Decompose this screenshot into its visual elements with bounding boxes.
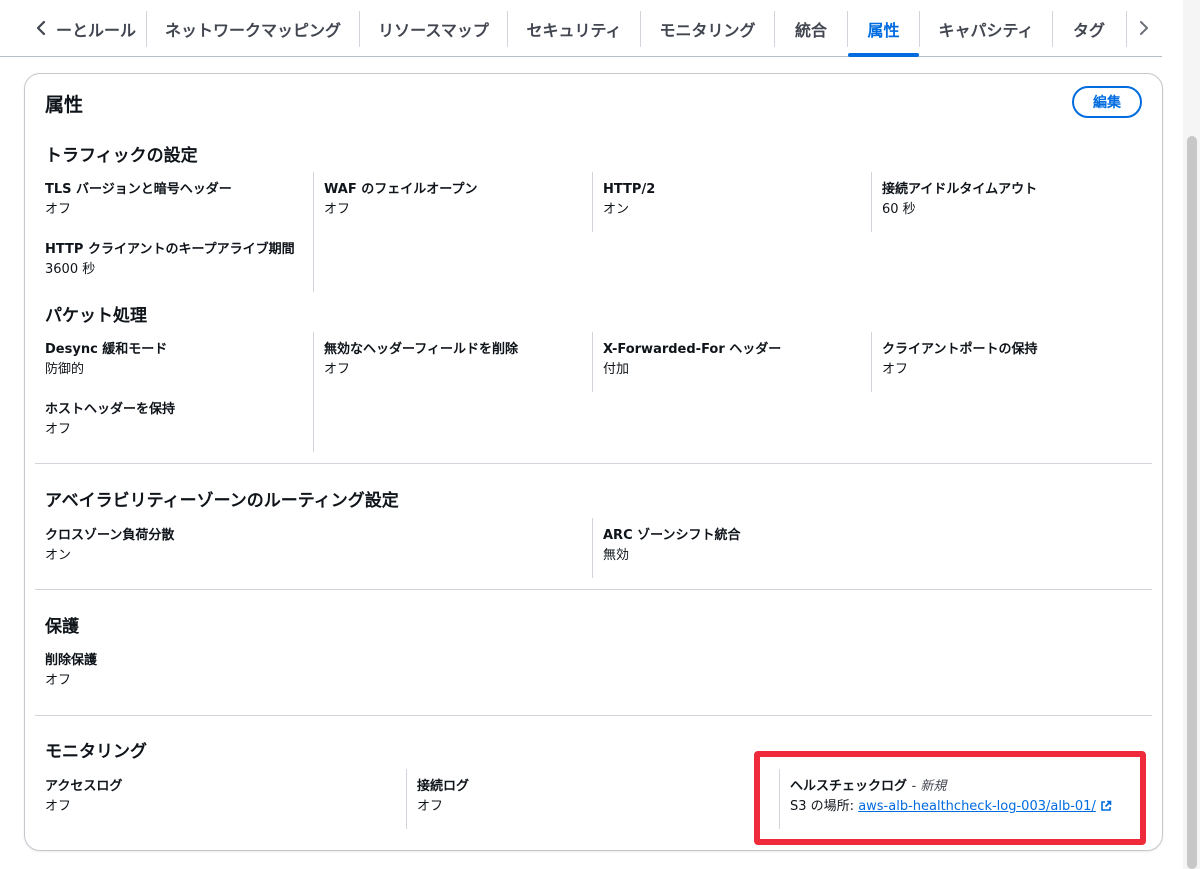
- deletion-protection-setting: 削除保護 オフ: [45, 651, 97, 691]
- tab-separator: [1126, 11, 1127, 47]
- attributes-panel: 属性 編集 トラフィックの設定 TLS バージョンと暗号ヘッダー オフ WAF …: [24, 73, 1163, 851]
- http2-setting: HTTP/2 オン: [603, 180, 655, 220]
- column-divider: [871, 332, 872, 392]
- setting-label: クライアントポートの保持: [882, 342, 1038, 357]
- column-divider: [406, 769, 407, 829]
- setting-value: オフ: [324, 362, 351, 377]
- tls-header-setting: TLS バージョンと暗号ヘッダー オフ: [45, 180, 232, 220]
- external-link-icon[interactable]: [1100, 799, 1112, 819]
- setting-value: オン: [45, 548, 72, 563]
- section-divider: [35, 589, 1152, 590]
- new-badge: - 新規: [911, 779, 947, 794]
- setting-value: 付加: [603, 362, 630, 377]
- setting-label: アクセスログ: [45, 779, 123, 794]
- setting-value: オフ: [45, 422, 72, 437]
- monitoring-title: モニタリング: [45, 742, 147, 762]
- setting-value: 防御的: [45, 362, 85, 377]
- traffic-settings-title: トラフィックの設定: [45, 146, 198, 166]
- tab-monitoring[interactable]: モニタリング: [641, 0, 774, 57]
- column-divider: [592, 172, 593, 232]
- setting-label: 無効なヘッダーフィールドを削除: [324, 342, 518, 357]
- tab-listeners-rules[interactable]: ーとルール: [56, 0, 136, 57]
- preserve-host-header-setting: ホストヘッダーを保持 オフ: [45, 400, 175, 440]
- column-divider: [779, 769, 780, 829]
- tab-attributes[interactable]: 属性: [848, 0, 919, 57]
- setting-value: オフ: [45, 202, 72, 217]
- column-divider: [592, 518, 593, 578]
- chevron-left-icon[interactable]: [28, 12, 54, 44]
- tab-integrations[interactable]: 統合: [775, 0, 847, 57]
- s3-location-prefix: S3 の場所:: [790, 799, 855, 814]
- setting-label: TLS バージョンと暗号ヘッダー: [45, 182, 232, 197]
- chevron-right-icon[interactable]: [1131, 12, 1157, 44]
- setting-label: WAF のフェイルオープン: [324, 182, 478, 197]
- desync-mode-setting: Desync 緩和モード 防御的: [45, 340, 167, 380]
- setting-value: オフ: [45, 673, 72, 688]
- setting-label: Desync 緩和モード: [45, 342, 168, 357]
- setting-value: オフ: [417, 799, 444, 814]
- setting-label: 接続ログ: [417, 779, 470, 794]
- setting-label: 接続アイドルタイムアウト: [882, 182, 1038, 197]
- connection-log-setting: 接続ログ オフ: [417, 777, 469, 817]
- setting-value: オフ: [324, 202, 351, 217]
- protection-title: 保護: [45, 617, 79, 637]
- setting-label: X-Forwarded-For ヘッダー: [603, 342, 782, 357]
- health-check-log-setting: ヘルスチェックログ - 新規 S3 の場所: aws-alb-healthche…: [790, 777, 1112, 819]
- access-log-setting: アクセスログ オフ: [45, 777, 122, 817]
- x-forwarded-for-setting: X-Forwarded-For ヘッダー 付加: [603, 340, 781, 380]
- column-divider: [871, 172, 872, 232]
- active-tab-indicator: [848, 53, 919, 57]
- setting-value: 3600 秒: [45, 262, 96, 277]
- s3-location-link[interactable]: aws-alb-healthcheck-log-003/alb-01/: [858, 799, 1096, 814]
- tab-security[interactable]: セキュリティ: [508, 0, 640, 57]
- tab-capacity[interactable]: キャパシティ: [920, 0, 1052, 57]
- panel-title: 属性: [45, 94, 84, 116]
- section-divider: [35, 715, 1152, 716]
- setting-value: S3 の場所: aws-alb-healthcheck-log-003/alb-…: [790, 797, 1112, 819]
- setting-value: 無効: [603, 548, 630, 563]
- setting-value: オフ: [882, 362, 909, 377]
- column-divider: [313, 172, 314, 292]
- setting-label: ARC ゾーンシフト統合: [603, 528, 741, 543]
- setting-value: オフ: [45, 799, 72, 814]
- edit-button[interactable]: 編集: [1072, 86, 1142, 118]
- arc-zonal-shift-setting: ARC ゾーンシフト統合 無効: [603, 526, 741, 566]
- setting-label: ヘルスチェックログ - 新規: [790, 777, 1112, 797]
- setting-label: ホストヘッダーを保持: [45, 402, 176, 417]
- column-divider: [313, 332, 314, 452]
- setting-label: クロスゾーン負荷分散: [45, 528, 175, 543]
- az-routing-title: アベイラビリティーゾーンのルーティング設定: [45, 491, 399, 511]
- waf-fail-open-setting: WAF のフェイルオープン オフ: [324, 180, 477, 220]
- setting-value: オン: [603, 202, 630, 217]
- tab-resource-map[interactable]: リソースマップ: [360, 0, 507, 57]
- keepalive-duration-setting: HTTP クライアントのキープアライブ期間 3600 秒: [45, 240, 295, 280]
- cross-zone-lb-setting: クロスゾーン負荷分散 オン: [45, 526, 174, 566]
- setting-label: 削除保護: [45, 653, 98, 668]
- tab-tags[interactable]: タグ: [1053, 0, 1125, 57]
- setting-label: HTTP/2: [603, 182, 656, 197]
- packet-handling-title: パケット処理: [45, 306, 147, 326]
- setting-label: HTTP クライアントのキープアライブ期間: [45, 242, 295, 257]
- column-divider: [592, 332, 593, 392]
- tab-bar: ーとルール ネットワークマッピング リソースマップ セキュリティ モニタリング …: [0, 0, 1162, 57]
- tab-network-mapping[interactable]: ネットワークマッピング: [147, 0, 359, 57]
- preserve-client-port-setting: クライアントポートの保持 オフ: [882, 340, 1037, 380]
- idle-timeout-setting: 接続アイドルタイムアウト 60 秒: [882, 180, 1037, 220]
- health-check-log-label: ヘルスチェックログ: [790, 779, 908, 794]
- drop-invalid-headers-setting: 無効なヘッダーフィールドを削除 オフ: [324, 340, 518, 380]
- scrollbar-thumb[interactable]: [1187, 136, 1197, 869]
- setting-value: 60 秒: [882, 202, 916, 217]
- section-divider: [35, 463, 1152, 464]
